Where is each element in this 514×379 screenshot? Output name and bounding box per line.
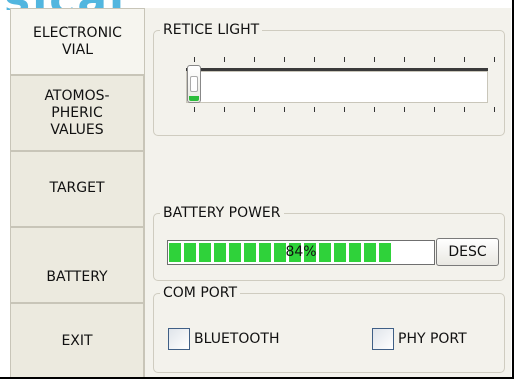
progress-segment [304, 243, 316, 262]
slider-grip [190, 76, 198, 92]
progress-segment [334, 243, 346, 262]
slider-tick [314, 107, 315, 112]
progress-segment [229, 243, 241, 262]
progress-segment [214, 243, 226, 262]
slider-tick [284, 57, 285, 62]
slider-tick [464, 107, 465, 112]
slider-tick [284, 107, 285, 112]
bluetooth-checkbox-box[interactable] [168, 328, 190, 350]
slider-tick [254, 107, 255, 112]
slider-track[interactable] [186, 71, 488, 103]
slider-tick [194, 107, 195, 112]
slider-tick [464, 57, 465, 62]
slider-tick [224, 57, 225, 62]
progress-segment [289, 243, 301, 262]
app-window: sical ELECTRONIC VIAL ATOMOS- PHERIC VAL… [0, 0, 514, 379]
tab-label: BATTERY [46, 269, 108, 285]
com-port-label: COM PORT [160, 284, 241, 302]
progress-segment [349, 243, 361, 262]
progress-segment [169, 243, 181, 262]
reticle-light-slider-thumb[interactable] [187, 65, 201, 103]
bluetooth-checkbox[interactable]: BLUETOOTH [168, 328, 279, 350]
slider-tick [224, 107, 225, 112]
slider-tick [254, 57, 255, 62]
desc-button[interactable]: DESC [436, 238, 499, 266]
progress-segment [199, 243, 211, 262]
progress-segment [259, 243, 271, 262]
progress-segment [379, 243, 391, 262]
battery-power-label: BATTERY POWER [160, 204, 284, 222]
tab-label: EXIT [61, 332, 93, 349]
tab-exit[interactable]: EXIT [10, 303, 144, 379]
progress-segment [274, 243, 286, 262]
battery-progress-bar: 84% [167, 240, 435, 265]
slider-tick [374, 57, 375, 62]
reticle-light-label: RETICE LIGHT [160, 21, 263, 39]
battery-progress-fill [169, 243, 394, 262]
tab-label: ATOMOS- PHERIC VALUES [44, 87, 110, 138]
tab-battery[interactable]: BATTERY [10, 227, 144, 303]
slider-tick [374, 107, 375, 112]
progress-segment [319, 243, 331, 262]
slider-tick [434, 107, 435, 112]
slider-tick [434, 57, 435, 62]
phy-port-checkbox-box[interactable] [372, 328, 394, 350]
tab-electronic-vial[interactable]: ELECTRONIC VIAL [10, 8, 144, 75]
phy-port-checkbox[interactable]: PHY PORT [372, 328, 467, 350]
slider-tick [344, 57, 345, 62]
slider-tick [314, 57, 315, 62]
slider-tick [194, 57, 195, 62]
tab-target[interactable]: TARGET [10, 151, 144, 227]
progress-segment [244, 243, 256, 262]
sidebar: ELECTRONIC VIAL ATOMOS- PHERIC VALUES TA… [10, 8, 144, 379]
slider-tick [494, 57, 495, 62]
slider-tick [344, 107, 345, 112]
progress-segment [364, 243, 376, 262]
slider-tick [404, 57, 405, 62]
tab-label: ELECTRONIC VIAL [33, 24, 122, 58]
main-panel: RETICE LIGHT BATTERY POWER 84% DESC COM … [144, 8, 511, 379]
progress-segment [184, 243, 196, 262]
slider-tick [494, 107, 495, 112]
slider-grip-indicator [189, 96, 199, 101]
bluetooth-label: BLUETOOTH [194, 331, 280, 347]
slider-tick [404, 107, 405, 112]
phy-port-label: PHY PORT [398, 331, 467, 347]
reticle-light-group: RETICE LIGHT [153, 21, 505, 136]
tab-label: TARGET [49, 180, 105, 196]
tab-atmospheric-values[interactable]: ATOMOS- PHERIC VALUES [10, 75, 144, 151]
slider-line [186, 68, 488, 71]
